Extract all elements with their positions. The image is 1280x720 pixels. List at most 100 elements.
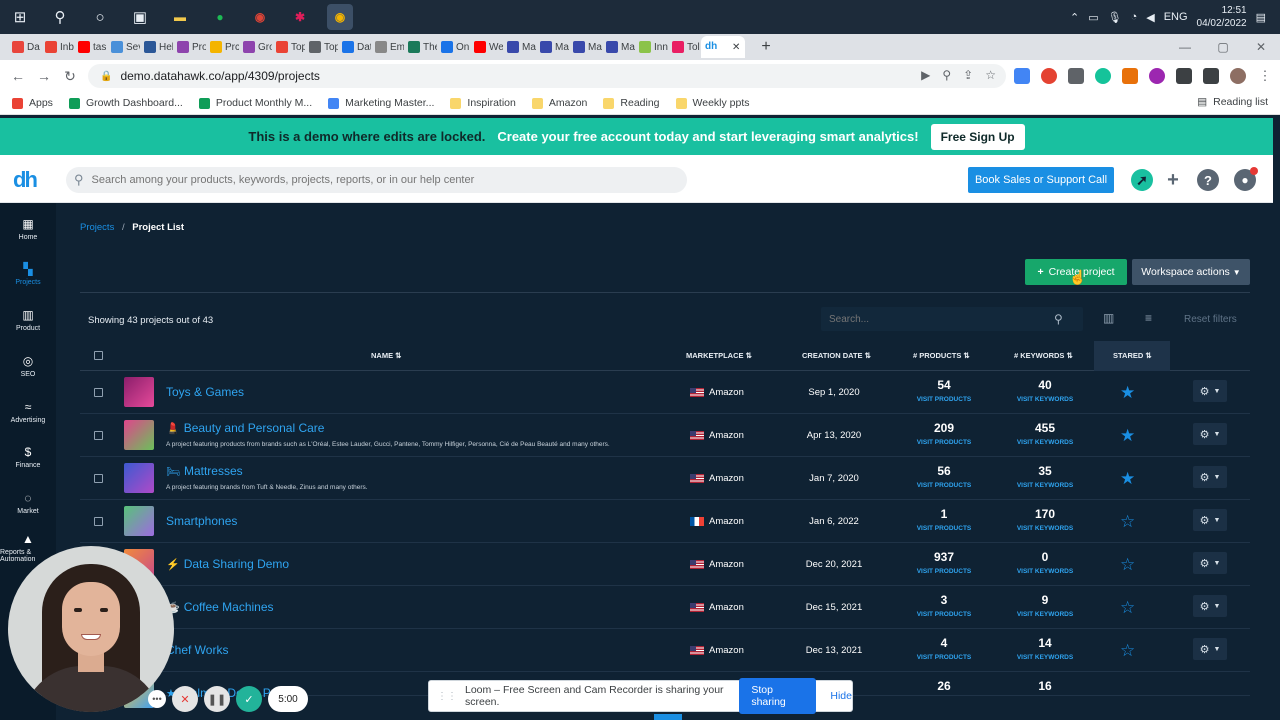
menu-kebab-icon[interactable]: ⋮ [1257,68,1273,84]
compass-icon[interactable]: ➚ [1131,169,1153,191]
browser-tab[interactable]: Hel [140,36,173,58]
pause-recording-icon[interactable]: ❚❚ [204,686,230,712]
bookmark-item[interactable]: Product Monthly M... [198,97,312,109]
sidebar-item-advertising[interactable]: ≈ Advertising [0,389,56,434]
project-name-link[interactable]: Smartphones [166,514,237,528]
visit-products-link[interactable]: VISIT PRODUCTS [904,654,984,661]
table-row[interactable]: Chef Works Amazon Dec 13, 2021 4 14 VISIT PRO… [80,629,1250,672]
table-row[interactable]: ⚡ Data Sharing Demo Amazon Dec 20, 2021 937 0… [80,543,1250,586]
table-row[interactable]: ☕ Coffee Machines Amazon Dec 15, 2021 3 9 VISI… [80,586,1250,629]
visit-keywords-link[interactable]: VISIT KEYWORDS [1005,525,1085,532]
bookmark-item[interactable]: Weekly ppts [675,97,750,109]
table-search-input[interactable] [829,313,1054,325]
table-row[interactable]: Smartphones Amazon Jan 6, 2022 1 170 VISIT PR… [80,500,1250,543]
cortana-icon[interactable]: ○ [80,0,120,34]
notifications-icon[interactable]: ▤ [1256,11,1266,24]
visit-keywords-link[interactable]: VISIT KEYWORDS [1005,396,1085,403]
row-actions-button[interactable]: ⚙ ▼ [1193,509,1227,531]
bookmark-star-icon[interactable]: ☆ [985,68,996,82]
close-window-icon[interactable]: ✕ [1242,34,1280,60]
browser-tab[interactable]: tasl [74,36,107,58]
datahawk-logo[interactable]: dh [13,167,38,193]
todoist-extension-icon[interactable] [1041,68,1057,84]
help-icon[interactable]: ? [1197,169,1219,191]
browser-tab[interactable]: Ma [602,36,635,58]
browser-tab[interactable]: Sev [107,36,140,58]
puzzle-extension-icon[interactable] [1176,68,1192,84]
browser-tab[interactable]: Ma [503,36,536,58]
browser-tab[interactable]: Tol [668,36,701,58]
browser-tab[interactable]: Inb [41,36,74,58]
bookmark-item[interactable]: Inspiration [450,97,516,109]
row-actions-button[interactable]: ⚙ ▼ [1193,466,1227,488]
camera-icon[interactable]: ▶ [921,68,930,82]
project-name-link[interactable]: Chef Works [166,643,228,657]
shield-extension-icon[interactable] [1068,68,1084,84]
table-row[interactable]: Toys & Games Amazon Sep 1, 2020 54 40 VISIT P… [80,371,1250,414]
visit-keywords-link[interactable]: VISIT KEYWORDS [1005,568,1085,575]
sidebar-item-home[interactable]: ▦ Home [0,206,56,251]
visit-keywords-link[interactable]: VISIT KEYWORDS [1005,482,1085,489]
sidebar-item-seo[interactable]: ◎ SEO [0,343,56,388]
project-name-link[interactable]: 💄 Beauty and Personal Care [166,421,324,435]
address-bar[interactable]: 🔒 demo.datahawk.co/app/4309/projects ▶ ⚲… [88,64,1006,88]
row-checkbox[interactable] [94,431,103,440]
table-search[interactable]: ⚲ [821,307,1083,331]
book-call-button[interactable]: Book Sales or Support Call [968,167,1114,193]
filter-icon[interactable]: ≡ [1145,311,1152,325]
sidebar-item-finance[interactable]: $ Finance [0,434,56,479]
search-icon[interactable]: ⚲ [40,0,80,34]
column-products[interactable]: # PRODUCTS ⇅ [913,351,970,360]
row-actions-button[interactable]: ⚙ ▼ [1193,638,1227,660]
browser-tab[interactable]: Em [371,36,404,58]
lock-icon[interactable]: 🔒 [100,71,112,82]
star-outline-icon[interactable]: ☆ [1120,598,1135,618]
close-tab-icon[interactable]: ✕ [732,42,740,53]
share-icon[interactable]: ⇪ [963,68,973,82]
browser-tab[interactable]: Inn [635,36,668,58]
workspace-actions-button[interactable]: Workspace actions ▼ [1132,259,1250,285]
search-icon[interactable]: ⚲ [1054,312,1063,326]
visit-products-link[interactable]: VISIT PRODUCTS [904,396,984,403]
visit-keywords-link[interactable]: VISIT KEYWORDS [1005,611,1085,618]
reading-list[interactable]: ▤ Reading list [1197,96,1268,108]
browser-tab[interactable]: Dat [338,36,371,58]
reload-icon[interactable]: ↻ [57,68,83,85]
browser-tab-active[interactable]: dh ✕ [701,36,745,58]
pen-extension-icon[interactable] [1122,68,1138,84]
global-search[interactable]: ⚲ [66,167,687,193]
visit-products-link[interactable]: VISIT PRODUCTS [904,482,984,489]
bookmark-item[interactable]: Amazon [531,97,587,109]
finish-recording-icon[interactable]: ✓ [236,686,262,712]
browser-tab[interactable]: Top [272,36,305,58]
minimize-icon[interactable]: — [1166,34,1204,60]
project-name-link[interactable]: Toys & Games [166,385,244,399]
column-marketplace[interactable]: MARKETPLACE ⇅ [686,351,752,360]
bookmark-item[interactable]: Apps [12,97,53,109]
free-sign-up-button[interactable]: Free Sign Up [930,123,1025,150]
star-filled-icon[interactable]: ★ [1120,469,1135,489]
zoom-icon[interactable]: ⚲ [942,68,951,82]
column-name[interactable]: NAME ⇅ [371,351,401,360]
visit-products-link[interactable]: VISIT PRODUCTS [904,611,984,618]
stop-sharing-button[interactable]: Stop sharing [739,678,817,714]
clock[interactable]: 12:51 04/02/2022 [1197,4,1247,30]
sidebar-item-projects[interactable]: ▚ Projects [0,251,56,296]
visit-products-link[interactable]: VISIT PRODUCTS [904,525,984,532]
column-stared[interactable]: STARED ⇅ [1113,351,1152,360]
spotify-icon[interactable]: ● [207,4,233,30]
visit-keywords-link[interactable]: VISIT KEYWORDS [1005,439,1085,446]
row-checkbox[interactable] [94,517,103,526]
add-icon[interactable]: + [1162,169,1184,191]
row-actions-button[interactable]: ⚙ ▼ [1193,552,1227,574]
table-row[interactable]: 💄 Beauty and Personal Care A project featu… [80,414,1250,457]
chevron-up-icon[interactable]: ⌃ [1070,11,1079,24]
column-keywords[interactable]: # KEYWORDS ⇅ [1014,351,1073,360]
browser-tab[interactable]: Da [8,36,41,58]
star-outline-icon[interactable]: ☆ [1120,555,1135,575]
row-actions-button[interactable]: ⚙ ▼ [1193,380,1227,402]
grammarly-extension-icon[interactable] [1095,68,1111,84]
row-checkbox[interactable] [94,388,103,397]
browser-tab[interactable]: Ma [536,36,569,58]
star-filled-icon[interactable]: ★ [1120,383,1135,403]
